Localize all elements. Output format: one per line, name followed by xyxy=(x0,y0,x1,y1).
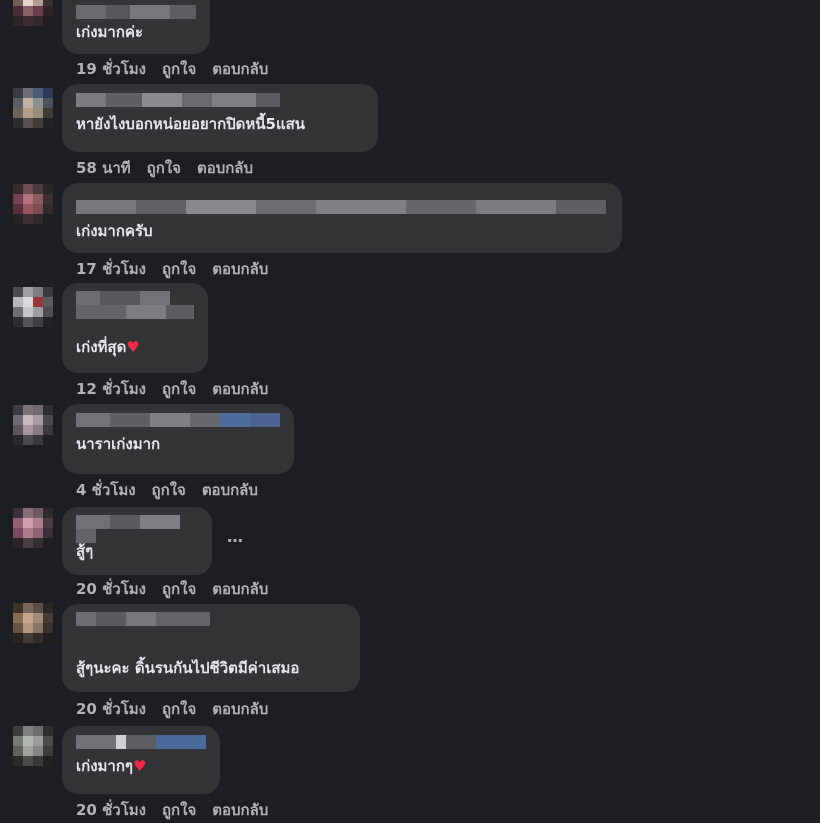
comment-bubble: สู้ๆ xyxy=(62,507,212,575)
blurred-author-name[interactable] xyxy=(76,291,194,331)
like-button[interactable]: ถูกใจ xyxy=(152,478,186,502)
comment-time[interactable]: 12 ชั่วโมง xyxy=(76,377,146,401)
comment-meta: 17 ชั่วโมง ถูกใจ ตอบกลับ xyxy=(76,257,268,281)
comment-text: เก่งมากค่ะ xyxy=(76,23,144,41)
comment-meta: 19 ชั่วโมง ถูกใจ ตอบกลับ xyxy=(76,57,268,81)
comment-meta: 4 ชั่วโมง ถูกใจ ตอบกลับ xyxy=(76,478,258,502)
comment-time[interactable]: 20 ชั่วโมง xyxy=(76,697,146,721)
comment-bubble: เก่งที่สุด♥ xyxy=(62,283,208,373)
blurred-author-name[interactable] xyxy=(76,515,198,543)
comment-meta: 58 นาที ถูกใจ ตอบกลับ xyxy=(76,156,253,180)
blurred-author-name[interactable] xyxy=(76,734,206,750)
comment-text: สู้ๆนะคะ ดิ้นรนกันไปชีวิตมีค่าเสมอ xyxy=(76,659,300,677)
comment-bubble: เก่งมากๆ♥ xyxy=(62,726,220,794)
comment-text: นาราเก่งมาก xyxy=(76,435,161,453)
comment-time[interactable]: 20 ชั่วโมง xyxy=(76,798,146,822)
avatar[interactable] xyxy=(13,603,53,643)
comment-meta: 12 ชั่วโมง ถูกใจ ตอบกลับ xyxy=(76,377,268,401)
comment-time[interactable]: 4 ชั่วโมง xyxy=(76,478,136,502)
like-button[interactable]: ถูกใจ xyxy=(162,377,196,401)
reply-button[interactable]: ตอบกลับ xyxy=(212,257,268,281)
avatar[interactable] xyxy=(13,726,53,766)
comment-time[interactable]: 20 ชั่วโมง xyxy=(76,577,146,601)
comment-text: เก่งมากครับ xyxy=(76,222,153,240)
avatar[interactable] xyxy=(13,508,53,548)
like-button[interactable]: ถูกใจ xyxy=(162,697,196,721)
like-button[interactable]: ถูกใจ xyxy=(162,57,196,81)
blurred-author-name[interactable] xyxy=(76,4,196,20)
avatar[interactable] xyxy=(13,184,53,224)
like-button[interactable]: ถูกใจ xyxy=(147,156,181,180)
avatar[interactable] xyxy=(13,0,53,26)
reply-button[interactable]: ตอบกลับ xyxy=(212,798,268,822)
blurred-author-name[interactable] xyxy=(76,412,280,428)
like-button[interactable]: ถูกใจ xyxy=(162,577,196,601)
comment-text: เก่งมากๆ♥ xyxy=(76,757,147,775)
blurred-author-name[interactable] xyxy=(76,92,364,108)
avatar[interactable] xyxy=(13,88,53,128)
blurred-author-name[interactable] xyxy=(76,612,346,652)
comment-text: เก่งที่สุด♥ xyxy=(76,338,140,356)
avatar[interactable] xyxy=(13,287,53,327)
more-options-icon[interactable]: … xyxy=(227,527,244,546)
reply-button[interactable]: ตอบกลับ xyxy=(202,478,258,502)
comment-bubble: เก่งมากครับ xyxy=(62,183,622,253)
comment-text: หายังไงบอกหน่อยอยากปิดหนี้5แสน xyxy=(76,115,306,133)
heart-icon: ♥ xyxy=(132,757,147,775)
comment-time[interactable]: 58 นาที xyxy=(76,156,131,180)
like-button[interactable]: ถูกใจ xyxy=(162,798,196,822)
comment-meta: 20 ชั่วโมง ถูกใจ ตอบกลับ xyxy=(76,577,268,601)
reply-button[interactable]: ตอบกลับ xyxy=(197,156,253,180)
comment-meta: 20 ชั่วโมง ถูกใจ ตอบกลับ xyxy=(76,798,268,822)
blurred-author-name[interactable] xyxy=(76,199,608,215)
comment-bubble: หายังไงบอกหน่อยอยากปิดหนี้5แสน xyxy=(62,84,378,152)
reply-button[interactable]: ตอบกลับ xyxy=(212,577,268,601)
comment-bubble: สู้ๆนะคะ ดิ้นรนกันไปชีวิตมีค่าเสมอ xyxy=(62,604,360,692)
comment-meta: 20 ชั่วโมง ถูกใจ ตอบกลับ xyxy=(76,697,268,721)
comment-bubble: เก่งมากค่ะ xyxy=(62,0,210,54)
reply-button[interactable]: ตอบกลับ xyxy=(212,57,268,81)
comment-time[interactable]: 17 ชั่วโมง xyxy=(76,257,146,281)
reply-button[interactable]: ตอบกลับ xyxy=(212,697,268,721)
comment-bubble: นาราเก่งมาก xyxy=(62,404,294,474)
heart-icon: ♥ xyxy=(126,338,140,356)
comment-time[interactable]: 19 ชั่วโมง xyxy=(76,57,146,81)
avatar[interactable] xyxy=(13,405,53,445)
like-button[interactable]: ถูกใจ xyxy=(162,257,196,281)
comment-text: สู้ๆ xyxy=(76,542,94,560)
reply-button[interactable]: ตอบกลับ xyxy=(212,377,268,401)
